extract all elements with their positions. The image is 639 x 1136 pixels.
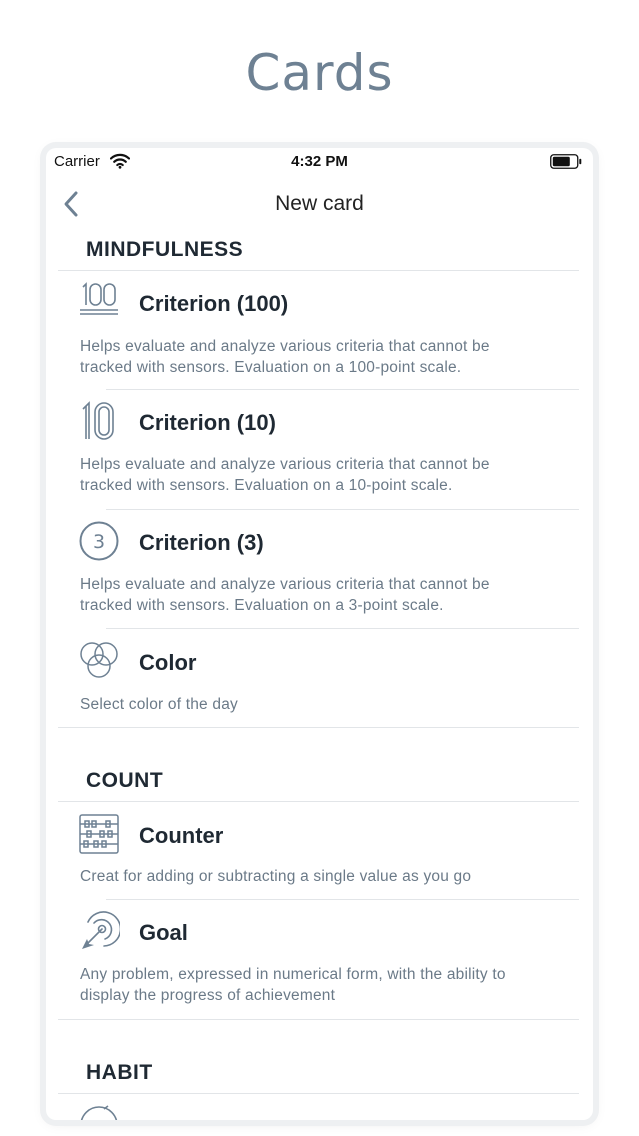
three-circle-icon: 3 xyxy=(79,521,119,561)
list-item-goal[interactable]: Goal Any problem, expressed in numerical… xyxy=(58,900,579,1019)
item-description-line: Creat for adding or subtracting a single… xyxy=(80,868,472,885)
item-description-line: Any problem, expressed in numerical form… xyxy=(80,966,506,983)
promo-title: Cards xyxy=(245,44,394,102)
item-title: Criterion (3) xyxy=(139,530,264,555)
list-item-criterion-10[interactable]: Criterion (10) Helps evaluate and analyz… xyxy=(58,390,579,509)
nav-bar: New card xyxy=(46,180,593,228)
list-item-criterion-100[interactable]: Criterion (100) Helps evaluate and analy… xyxy=(58,271,579,389)
list-item-habit[interactable] xyxy=(58,1094,579,1120)
section-header-count: COUNT xyxy=(86,769,164,792)
item-title: Counter xyxy=(139,823,224,848)
item-title: Criterion (100) xyxy=(139,291,289,316)
section-header-mindfulness: MINDFULNESS xyxy=(86,238,244,261)
item-description-line: tracked with sensors. Evaluation on a 10… xyxy=(80,477,453,494)
divider xyxy=(58,727,579,728)
habit-icon xyxy=(80,1105,118,1120)
item-description-line: Select color of the day xyxy=(80,696,238,713)
list-item-color[interactable]: Color Select color of the day xyxy=(58,629,579,727)
item-description-line: Helps evaluate and analyze various crite… xyxy=(80,576,490,593)
item-description: Creat for adding or subtracting a single… xyxy=(80,866,550,887)
status-time: 4:32 PM xyxy=(291,153,348,170)
item-description-line: Helps evaluate and analyze various crite… xyxy=(80,456,490,473)
section-header-habit: HABIT xyxy=(86,1061,153,1084)
ten-icon xyxy=(82,401,114,440)
list-item-criterion-3[interactable]: 3 Criterion (3) Helps evaluate and analy… xyxy=(58,510,579,628)
hundred-icon xyxy=(80,282,118,315)
divider xyxy=(58,1019,579,1020)
item-description-line: tracked with sensors. Evaluation on a 3-… xyxy=(80,597,444,614)
item-description: Helps evaluate and analyze various crite… xyxy=(80,574,550,616)
item-description: Any problem, expressed in numerical form… xyxy=(80,964,550,1006)
battery-icon xyxy=(550,154,582,169)
item-description-line: tracked with sensors. Evaluation on a 10… xyxy=(80,359,462,376)
item-title: Criterion (10) xyxy=(139,410,276,435)
color-circles-icon xyxy=(80,642,118,678)
phone-screen: Carrier 4:32 PM New card MINDFULNESS Cri… xyxy=(46,148,593,1120)
abacus-icon xyxy=(79,814,119,854)
item-title: Goal xyxy=(139,920,188,945)
svg-text:3: 3 xyxy=(93,531,105,553)
target-icon xyxy=(82,911,120,949)
status-bar: Carrier 4:32 PM xyxy=(46,148,593,176)
item-description: Helps evaluate and analyze various crite… xyxy=(80,454,550,496)
item-title: Color xyxy=(139,650,197,675)
item-description: Select color of the day xyxy=(80,694,550,715)
item-description: Helps evaluate and analyze various crite… xyxy=(80,336,550,378)
list-item-counter[interactable]: Counter Creat for adding or subtracting … xyxy=(58,802,579,899)
nav-title: New card xyxy=(275,192,364,215)
item-description-line: Helps evaluate and analyze various crite… xyxy=(80,338,490,355)
item-description-line: display the progress of achievement xyxy=(80,987,336,1004)
